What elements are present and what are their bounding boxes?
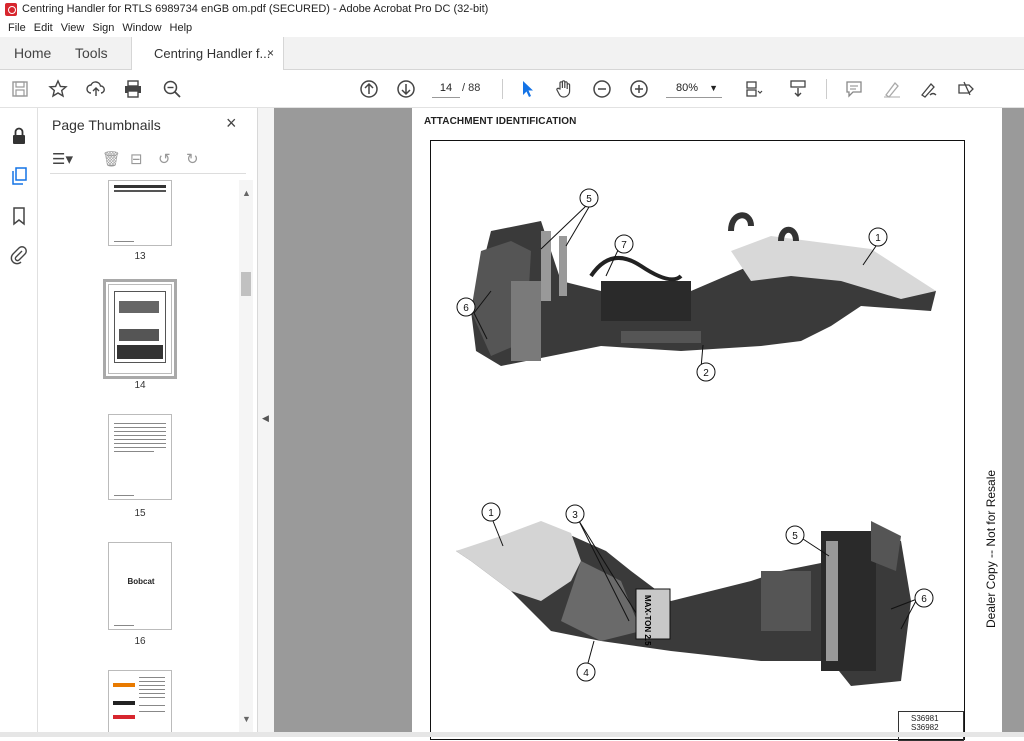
menu-edit[interactable]: Edit (30, 19, 57, 37)
tab-document-label: Centring Handler f... (154, 46, 271, 61)
bottom-attachment-drawing: MAX-TON 2.5 (456, 521, 911, 686)
zoom-level-dropdown[interactable]: 80% ▼ (666, 78, 722, 98)
toolbar-divider (502, 79, 503, 99)
attachment-icon[interactable] (9, 245, 29, 265)
title-bar: Centring Handler for RTLS 6989734 enGB o… (0, 0, 1024, 19)
chevron-down-icon: ▼ (709, 83, 718, 93)
fill-sign-icon[interactable] (954, 77, 978, 101)
callout-6: 6 (463, 303, 469, 314)
highlight-pen-icon[interactable] (880, 77, 904, 101)
menu-window[interactable]: Window (118, 19, 165, 37)
watermark-text: Dealer Copy -- Not for Resale (984, 469, 998, 628)
thumbnail-page-15[interactable] (108, 414, 172, 500)
cloud-upload-icon[interactable] (84, 77, 108, 101)
toolbar: 14 / 88 80% ▼ (0, 70, 1024, 108)
callout-6-bottom: 6 (921, 594, 927, 605)
previous-page-icon[interactable] (357, 77, 381, 101)
acrobat-icon (5, 3, 17, 16)
save-icon[interactable] (8, 77, 32, 101)
zoom-in-icon[interactable] (627, 77, 651, 101)
callout-2: 2 (703, 368, 709, 379)
thumbnail-page-number: 14 (134, 380, 146, 391)
tab-document[interactable]: Centring Handler f... × (131, 37, 284, 71)
extract-page-icon[interactable]: ⊟ (130, 150, 143, 168)
page-thumbnails-panel: Page Thumbnails × ☰▾ 🗑 ⊟ ↺ ↻ 13 14 15 Bo… (38, 108, 258, 737)
window-title: Centring Handler for RTLS 6989734 enGB o… (22, 3, 489, 15)
rotate-left-icon[interactable]: ↺ (158, 150, 171, 168)
print-icon[interactable] (121, 77, 145, 101)
menu-file[interactable]: File (4, 19, 30, 37)
callout-7: 7 (621, 240, 627, 251)
sign-icon[interactable] (917, 77, 941, 101)
tab-bar: Home Tools Centring Handler f... × (0, 37, 1024, 71)
callout-3: 3 (572, 510, 578, 521)
zoom-level-value: 80% (676, 82, 699, 94)
tab-tools[interactable]: Tools (75, 37, 108, 70)
delete-page-icon[interactable]: 🗑 (102, 150, 121, 168)
thumbnail-page-13[interactable] (108, 180, 172, 246)
lock-icon[interactable] (9, 126, 29, 146)
toolbar-divider (826, 79, 827, 99)
zoom-out-icon[interactable] (590, 77, 614, 101)
menu-help[interactable]: Help (166, 19, 197, 37)
page-total: / 88 (462, 82, 481, 94)
callout-1-bottom: 1 (488, 508, 494, 519)
close-panel-icon[interactable]: × (226, 113, 237, 134)
page-thumbnails-icon[interactable] (9, 166, 29, 186)
callout-5: 5 (586, 194, 592, 205)
page-heading: ATTACHMENT IDENTIFICATION (424, 116, 577, 127)
rotate-right-icon[interactable]: ↻ (186, 150, 199, 168)
collapse-panel-handle[interactable]: ◀ (258, 108, 274, 737)
bookmark-icon[interactable] (9, 206, 29, 226)
zoom-out-search-icon[interactable] (160, 77, 184, 101)
menu-sign[interactable]: Sign (88, 19, 118, 37)
scroll-down-icon[interactable]: ▼ (242, 714, 251, 724)
pdf-page: ATTACHMENT IDENTIFICATION MAX-TON 2.5 1 … (412, 108, 1002, 741)
thumbnail-page-number: 13 (134, 251, 146, 262)
callout-5-bottom: 5 (792, 531, 798, 542)
page-number-input[interactable]: 14 (432, 78, 460, 98)
hand-tool-icon[interactable] (552, 77, 576, 101)
scroll-up-icon[interactable]: ▲ (242, 188, 251, 198)
star-icon[interactable] (46, 77, 70, 101)
decal-text: MAX-TON 2.5 (643, 595, 652, 646)
thumbnail-page-17[interactable] (108, 670, 172, 737)
panel-toolbar: ☰▾ 🗑 ⊟ ↺ ↻ (50, 148, 246, 174)
horizontal-scrollbar[interactable] (0, 732, 1024, 737)
callout-1: 1 (875, 233, 881, 244)
menu-bar: File Edit View Sign Window Help (0, 19, 1024, 37)
attachment-illustration: MAX-TON 2.5 1 2 5 6 7 1 3 4 5 6 (456, 188, 936, 686)
attachment-figure: MAX-TON 2.5 1 2 5 6 7 1 3 4 5 6 S36981 S… (430, 140, 965, 741)
top-attachment-drawing (471, 212, 936, 366)
thumbnail-page-number: 16 (134, 636, 146, 647)
options-menu-icon[interactable]: ☰▾ (52, 150, 73, 168)
left-rail (0, 108, 38, 737)
callout-4: 4 (583, 668, 589, 679)
figure-code: S36982 (911, 723, 939, 732)
close-tab-icon[interactable]: × (267, 37, 274, 70)
tab-home[interactable]: Home (14, 37, 51, 70)
thumbnail-list: 13 14 15 Bobcat 16 (38, 180, 238, 737)
select-cursor-icon[interactable] (515, 77, 539, 101)
scrollbar-thumb[interactable] (241, 272, 251, 296)
menu-view[interactable]: View (57, 19, 89, 37)
next-page-icon[interactable] (394, 77, 418, 101)
document-viewer[interactable]: ATTACHMENT IDENTIFICATION MAX-TON 2.5 1 … (274, 108, 1024, 741)
thumbnail-page-number: 15 (134, 508, 146, 519)
figure-code: S36981 (911, 714, 939, 723)
thumbnail-scrollbar[interactable]: ▲ ▼ (239, 180, 253, 737)
bobcat-logo: Bobcat (127, 577, 155, 586)
panel-title: Page Thumbnails (52, 117, 161, 133)
comment-icon[interactable] (842, 77, 866, 101)
thumbnail-page-16[interactable]: Bobcat (108, 542, 172, 630)
thumbnail-page-14[interactable] (103, 279, 177, 379)
chevron-left-icon: ◀ (262, 413, 269, 423)
keyboard-scroll-icon[interactable] (786, 77, 810, 101)
page-display-icon[interactable] (742, 77, 766, 101)
